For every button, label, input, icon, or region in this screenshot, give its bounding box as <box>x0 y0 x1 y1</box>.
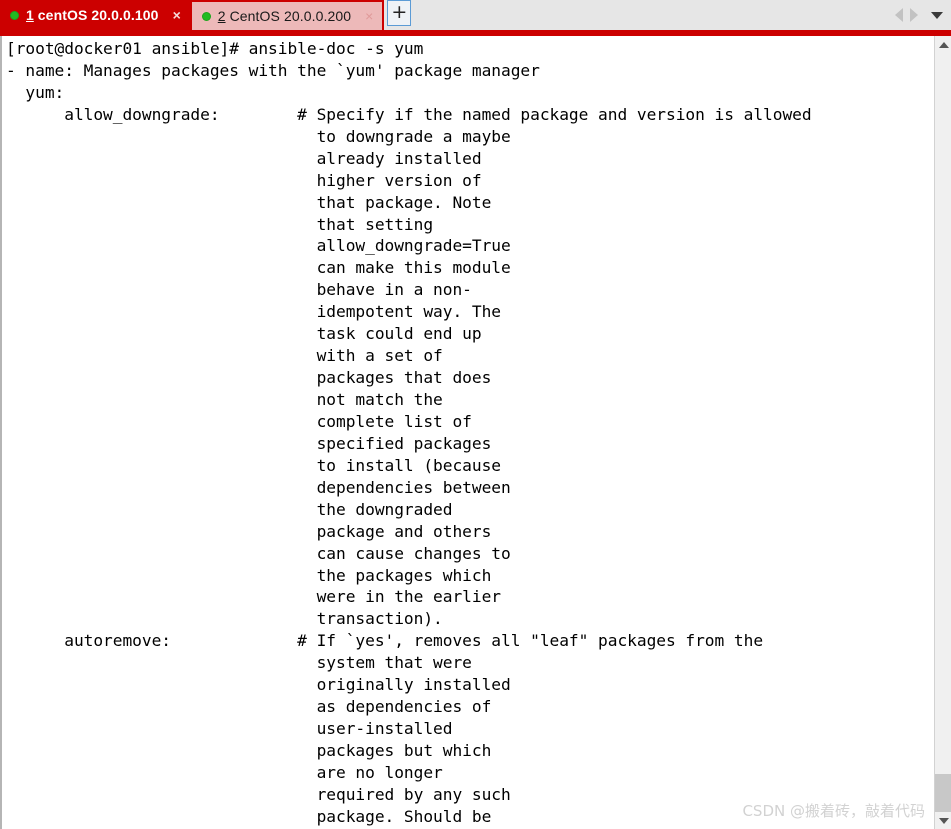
tab-list: 1 centOS 20.0.0.100 × 2 CentOS 20.0.0.20… <box>0 0 412 30</box>
terminal-line: were in the earlier <box>6 587 501 607</box>
close-icon[interactable]: × <box>173 8 181 22</box>
terminal-line: transaction). <box>6 609 443 629</box>
terminal-line: to install (because <box>6 455 501 475</box>
terminal-line: allow_downgrade: # Specify if the named … <box>6 104 812 124</box>
terminal-output[interactable]: [root@docker01 ansible]# ansible-doc -s … <box>0 36 934 829</box>
terminal-line: to downgrade a maybe <box>6 126 511 146</box>
terminal-line: autoremove: # If `yes', removes all "lea… <box>6 631 764 651</box>
scroll-down-button[interactable] <box>935 812 951 829</box>
terminal-line: allow_downgrade=True <box>6 236 511 256</box>
terminal-line: system that were <box>6 653 472 673</box>
terminal-line: idempotent way. The <box>6 302 501 322</box>
terminal-line: with a set of <box>6 346 443 366</box>
terminal-line: yum: <box>6 82 65 102</box>
terminal-area: [root@docker01 ansible]# ansible-doc -s … <box>0 36 951 829</box>
tab-bar: 1 centOS 20.0.0.100 × 2 CentOS 20.0.0.20… <box>0 0 951 30</box>
terminal-line: required by any such <box>6 784 511 804</box>
close-icon[interactable]: × <box>365 9 373 23</box>
terminal-line: that setting <box>6 214 434 234</box>
terminal-line: originally installed <box>6 675 511 695</box>
terminal-line: can cause changes to <box>6 543 511 563</box>
tab-title: centOS 20.0.0.100 <box>37 7 159 23</box>
terminal-line: packages that does <box>6 368 492 388</box>
terminal-line: not match the <box>6 390 443 409</box>
terminal-line: the downgraded <box>6 499 453 519</box>
terminal-line: [root@docker01 ansible]# ansible-doc -s … <box>6 39 424 58</box>
tab-number: 2 <box>217 8 226 24</box>
chevron-left-icon[interactable] <box>895 8 903 22</box>
chevron-down-icon <box>938 817 949 824</box>
scroll-up-button[interactable] <box>935 36 951 53</box>
tab-number: 1 <box>26 7 34 23</box>
terminal-line: complete list of <box>6 411 472 431</box>
terminal-line: user-installed <box>6 719 453 739</box>
chevron-up-icon <box>938 41 949 48</box>
terminal-line: as dependencies of <box>6 697 492 717</box>
connected-dot-icon <box>10 10 19 20</box>
vertical-scrollbar[interactable] <box>934 36 951 829</box>
scrollbar-track[interactable] <box>935 53 951 812</box>
terminal-line: dependencies between <box>6 477 511 497</box>
connected-dot-icon <box>201 11 211 21</box>
terminal-line: packages but which <box>6 741 492 760</box>
terminal-line: behave in a non- <box>6 280 472 300</box>
new-tab-button[interactable]: + <box>387 0 412 26</box>
terminal-app-window: 1 centOS 20.0.0.100 × 2 CentOS 20.0.0.20… <box>0 0 951 829</box>
terminal-line: task could end up <box>6 324 482 344</box>
terminal-line: specified packages <box>6 433 492 453</box>
terminal-line: that package. Note <box>6 192 492 212</box>
terminal-line: package. Should be <box>6 806 492 826</box>
terminal-line: higher version of <box>6 170 482 190</box>
chevron-right-icon[interactable] <box>910 8 918 22</box>
scrollbar-thumb[interactable] <box>935 774 951 812</box>
tab-title: CentOS 20.0.0.200 <box>229 8 352 24</box>
terminal-line: are no longer <box>6 762 443 782</box>
terminal-line: the packages which <box>6 565 492 585</box>
chevron-down-icon[interactable] <box>931 11 943 19</box>
terminal-line: already installed <box>6 148 482 168</box>
tab-centos-1[interactable]: 1 centOS 20.0.0.100 × <box>0 0 190 30</box>
tab-centos-2[interactable]: 2 CentOS 20.0.0.200 × <box>189 0 385 30</box>
terminal-line: can make this module <box>6 258 511 278</box>
terminal-text: [root@docker01 ansible]# ansible-doc -s … <box>2 36 934 828</box>
terminal-line: package and others <box>6 521 492 541</box>
tab-bar-controls <box>895 0 945 30</box>
terminal-line: - name: Manages packages with the `yum' … <box>6 60 540 80</box>
